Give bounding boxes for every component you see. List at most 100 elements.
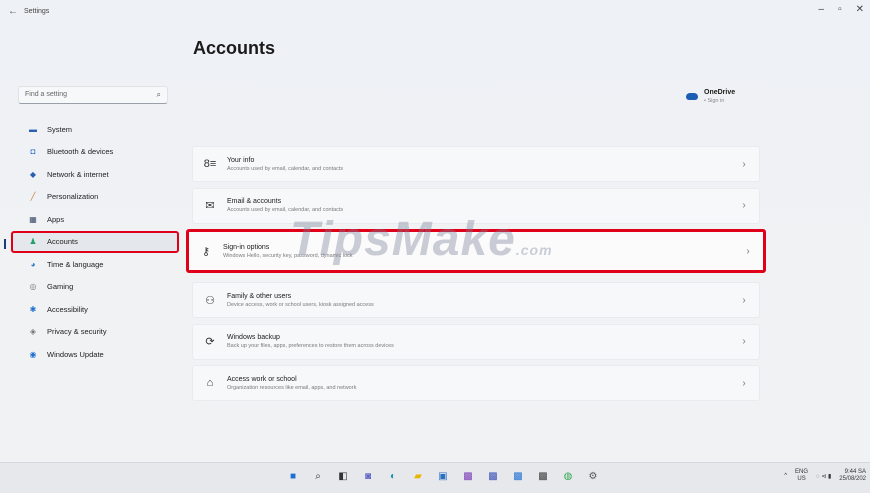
update-icon: ◉ — [29, 349, 37, 359]
active-indicator — [4, 238, 6, 249]
mail-icon: ✉ — [205, 200, 215, 212]
sidebar-item-gaming[interactable]: ◎ Gaming — [14, 276, 182, 299]
start-icon[interactable]: ■ — [286, 470, 300, 484]
task-view-icon[interactable]: ◧ — [336, 470, 350, 484]
onedrive-status[interactable]: OneDrive • Sign in — [686, 89, 735, 104]
sidebar-item-label: Accounts — [47, 237, 78, 247]
app-icon-3[interactable]: ▩ — [511, 470, 525, 484]
language-top: ENG — [795, 469, 809, 475]
chevron-right-icon: › — [742, 294, 746, 306]
card-subtitle: Accounts used by email, calendar, and co… — [227, 165, 344, 172]
taskbar: ■ ⌕ ◧ ◙ ◐ ▰ ▣ ▩ ▩ ▩ ▩ ◍ ⚙ ^ ENG US ◌ ⊲ ▮ 9:44 SA 25/… — [0, 462, 870, 493]
chevron-right-icon: › — [742, 200, 746, 211]
tray-status-icons[interactable]: ◌ ⊲ ▮ — [816, 473, 831, 480]
clock-date: 25/08/202 — [839, 476, 866, 482]
globe-clock-icon: ◕ — [30, 259, 36, 269]
title-bar: ← Settings – ▫ ✕ — [0, 0, 870, 26]
card-text: Family & other users Device access, work … — [227, 293, 729, 308]
language-bottom: US — [797, 476, 806, 482]
clock[interactable]: 9:44 SA 25/08/202 — [839, 469, 866, 483]
card-subtitle: Accounts used by email, calendar, and co… — [227, 207, 344, 213]
settings-card-sign-in-options[interactable]: ⚷ Sign-in options Windows Hello, security … — [186, 229, 766, 273]
settings-card-email-accounts[interactable]: ✉ Email & accounts Accounts used by email,… — [192, 187, 760, 224]
card-title: Your info — [227, 156, 255, 164]
wifi-icon: ◆ — [29, 169, 37, 179]
settings-card-family-other-users[interactable]: ⚇ Family & other users Device access, work… — [192, 282, 760, 318]
search-icon[interactable]: ⌕ — [157, 90, 161, 100]
sidebar-item-system[interactable]: ▬ System — [14, 118, 182, 141]
key-icon: ⚷ — [201, 245, 211, 258]
onedrive-subtitle: • Sign in — [704, 98, 725, 104]
cloud-icon — [686, 93, 698, 100]
backup-icon: ⟳ — [205, 336, 215, 348]
apps-icon: ▦ — [29, 214, 37, 224]
search-icon[interactable]: ⌕ — [311, 470, 325, 484]
id-card-icon: 8≡ — [203, 158, 217, 170]
settings-card-windows-backup[interactable]: ⟳ Windows backup Back up your files, apps,… — [192, 323, 760, 360]
sidebar-item-network-internet[interactable]: ◆ Network & internet — [14, 163, 182, 186]
clock-time: 9:44 SA — [844, 469, 866, 475]
settings-icon[interactable]: ⚙ — [586, 470, 600, 484]
app-icon-4[interactable]: ▩ — [536, 470, 550, 484]
sidebar-nav: ▬ System ◘ Bluetooth & devices ◆ Network & in… — [4, 118, 182, 366]
settings-window: ← Settings – ▫ ✕ Accounts Find a setting… — [0, 0, 870, 462]
card-subtitle: Organization resources like email, apps,… — [227, 384, 357, 391]
sidebar-item-time-language[interactable]: ◕ Time & language — [14, 253, 182, 276]
store-icon[interactable]: ▣ — [436, 470, 450, 484]
sidebar-item-label: Apps — [47, 214, 65, 224]
briefcase-icon: ⌂ — [206, 377, 214, 389]
file-explorer-icon[interactable]: ▰ — [411, 470, 425, 484]
card-text: Sign-in options Windows Hello, security k… — [223, 244, 733, 259]
sidebar-item-label: Privacy & security — [47, 327, 107, 337]
chevron-right-icon: › — [742, 336, 746, 347]
card-text: Windows backup Back up your files, apps, … — [227, 334, 729, 349]
accessibility-icon: ✱ — [29, 304, 37, 314]
minimize-button[interactable]: – — [819, 4, 825, 15]
shield-icon: ◈ — [29, 327, 37, 337]
sidebar-item-apps[interactable]: ▦ Apps — [14, 208, 182, 231]
settings-card-access-work-or-school[interactable]: ⌂ Access work or school Organization resou… — [192, 365, 760, 401]
app-icon-2[interactable]: ▩ — [486, 470, 500, 484]
edge-icon[interactable]: ◐ — [386, 470, 400, 484]
sidebar-item-windows-update[interactable]: ◉ Windows Update — [14, 343, 182, 366]
system-tray: ^ ENG US ◌ ⊲ ▮ 9:44 SA 25/08/202 — [784, 469, 866, 483]
family-icon: ⚇ — [205, 294, 215, 307]
chat-icon[interactable]: ◙ — [361, 470, 375, 484]
sidebar-item-bluetooth-devices[interactable]: ◘ Bluetooth & devices — [14, 141, 182, 164]
display-icon: ▬ — [29, 124, 37, 134]
search-placeholder: Find a setting — [25, 91, 68, 98]
sidebar-item-label: Personalization — [47, 192, 99, 202]
app-icon-1[interactable]: ▩ — [461, 470, 475, 484]
card-text: Email & accounts Accounts used by email, … — [227, 198, 729, 213]
page-title: Accounts — [193, 38, 276, 58]
maximize-button[interactable]: ▫ — [838, 4, 842, 15]
sidebar-item-label: Time & language — [47, 259, 104, 269]
card-text: Your info Accounts used by email, calenda… — [227, 157, 729, 172]
settings-list: 8≡ Your info Accounts used by email, calen… — [186, 146, 766, 407]
person-icon: ♟ — [29, 237, 37, 247]
settings-card-your-info[interactable]: 8≡ Your info Accounts used by email, calen… — [192, 146, 760, 182]
sidebar-item-label: Accessibility — [47, 304, 88, 314]
back-button[interactable]: ← — [8, 6, 18, 17]
card-subtitle: Back up your files, apps, preferences to… — [227, 343, 394, 349]
chrome-icon[interactable]: ◍ — [561, 470, 575, 484]
card-title: Windows backup — [227, 334, 280, 341]
card-subtitle: Windows Hello, security key, password, d… — [223, 252, 353, 259]
card-title: Access work or school — [227, 375, 297, 383]
sidebar-item-accounts[interactable]: ♟ Accounts — [4, 230, 179, 253]
taskbar-icons: ■ ⌕ ◧ ◙ ◐ ▰ ▣ ▩ ▩ ▩ ▩ ◍ ⚙ — [286, 470, 600, 484]
app-title: Settings — [24, 8, 50, 15]
close-button[interactable]: ✕ — [856, 4, 864, 15]
gamepad-icon: ◎ — [29, 282, 37, 292]
card-title: Email & accounts — [227, 198, 282, 205]
card-title: Sign-in options — [223, 243, 270, 251]
sidebar-item-label: Windows Update — [47, 349, 104, 359]
language-indicator[interactable]: ENG US — [795, 469, 808, 483]
search-input[interactable]: Find a setting ⌕ — [18, 86, 168, 104]
sidebar-item-label: System — [47, 124, 73, 134]
tray-overflow-icon[interactable]: ^ — [784, 473, 787, 479]
card-subtitle: Device access, work or school users, kio… — [227, 301, 374, 308]
sidebar-item-personalization[interactable]: ╱ Personalization — [14, 186, 182, 209]
sidebar-item-accessibility[interactable]: ✱ Accessibility — [14, 298, 182, 321]
sidebar-item-privacy-security[interactable]: ◈ Privacy & security — [14, 321, 182, 344]
